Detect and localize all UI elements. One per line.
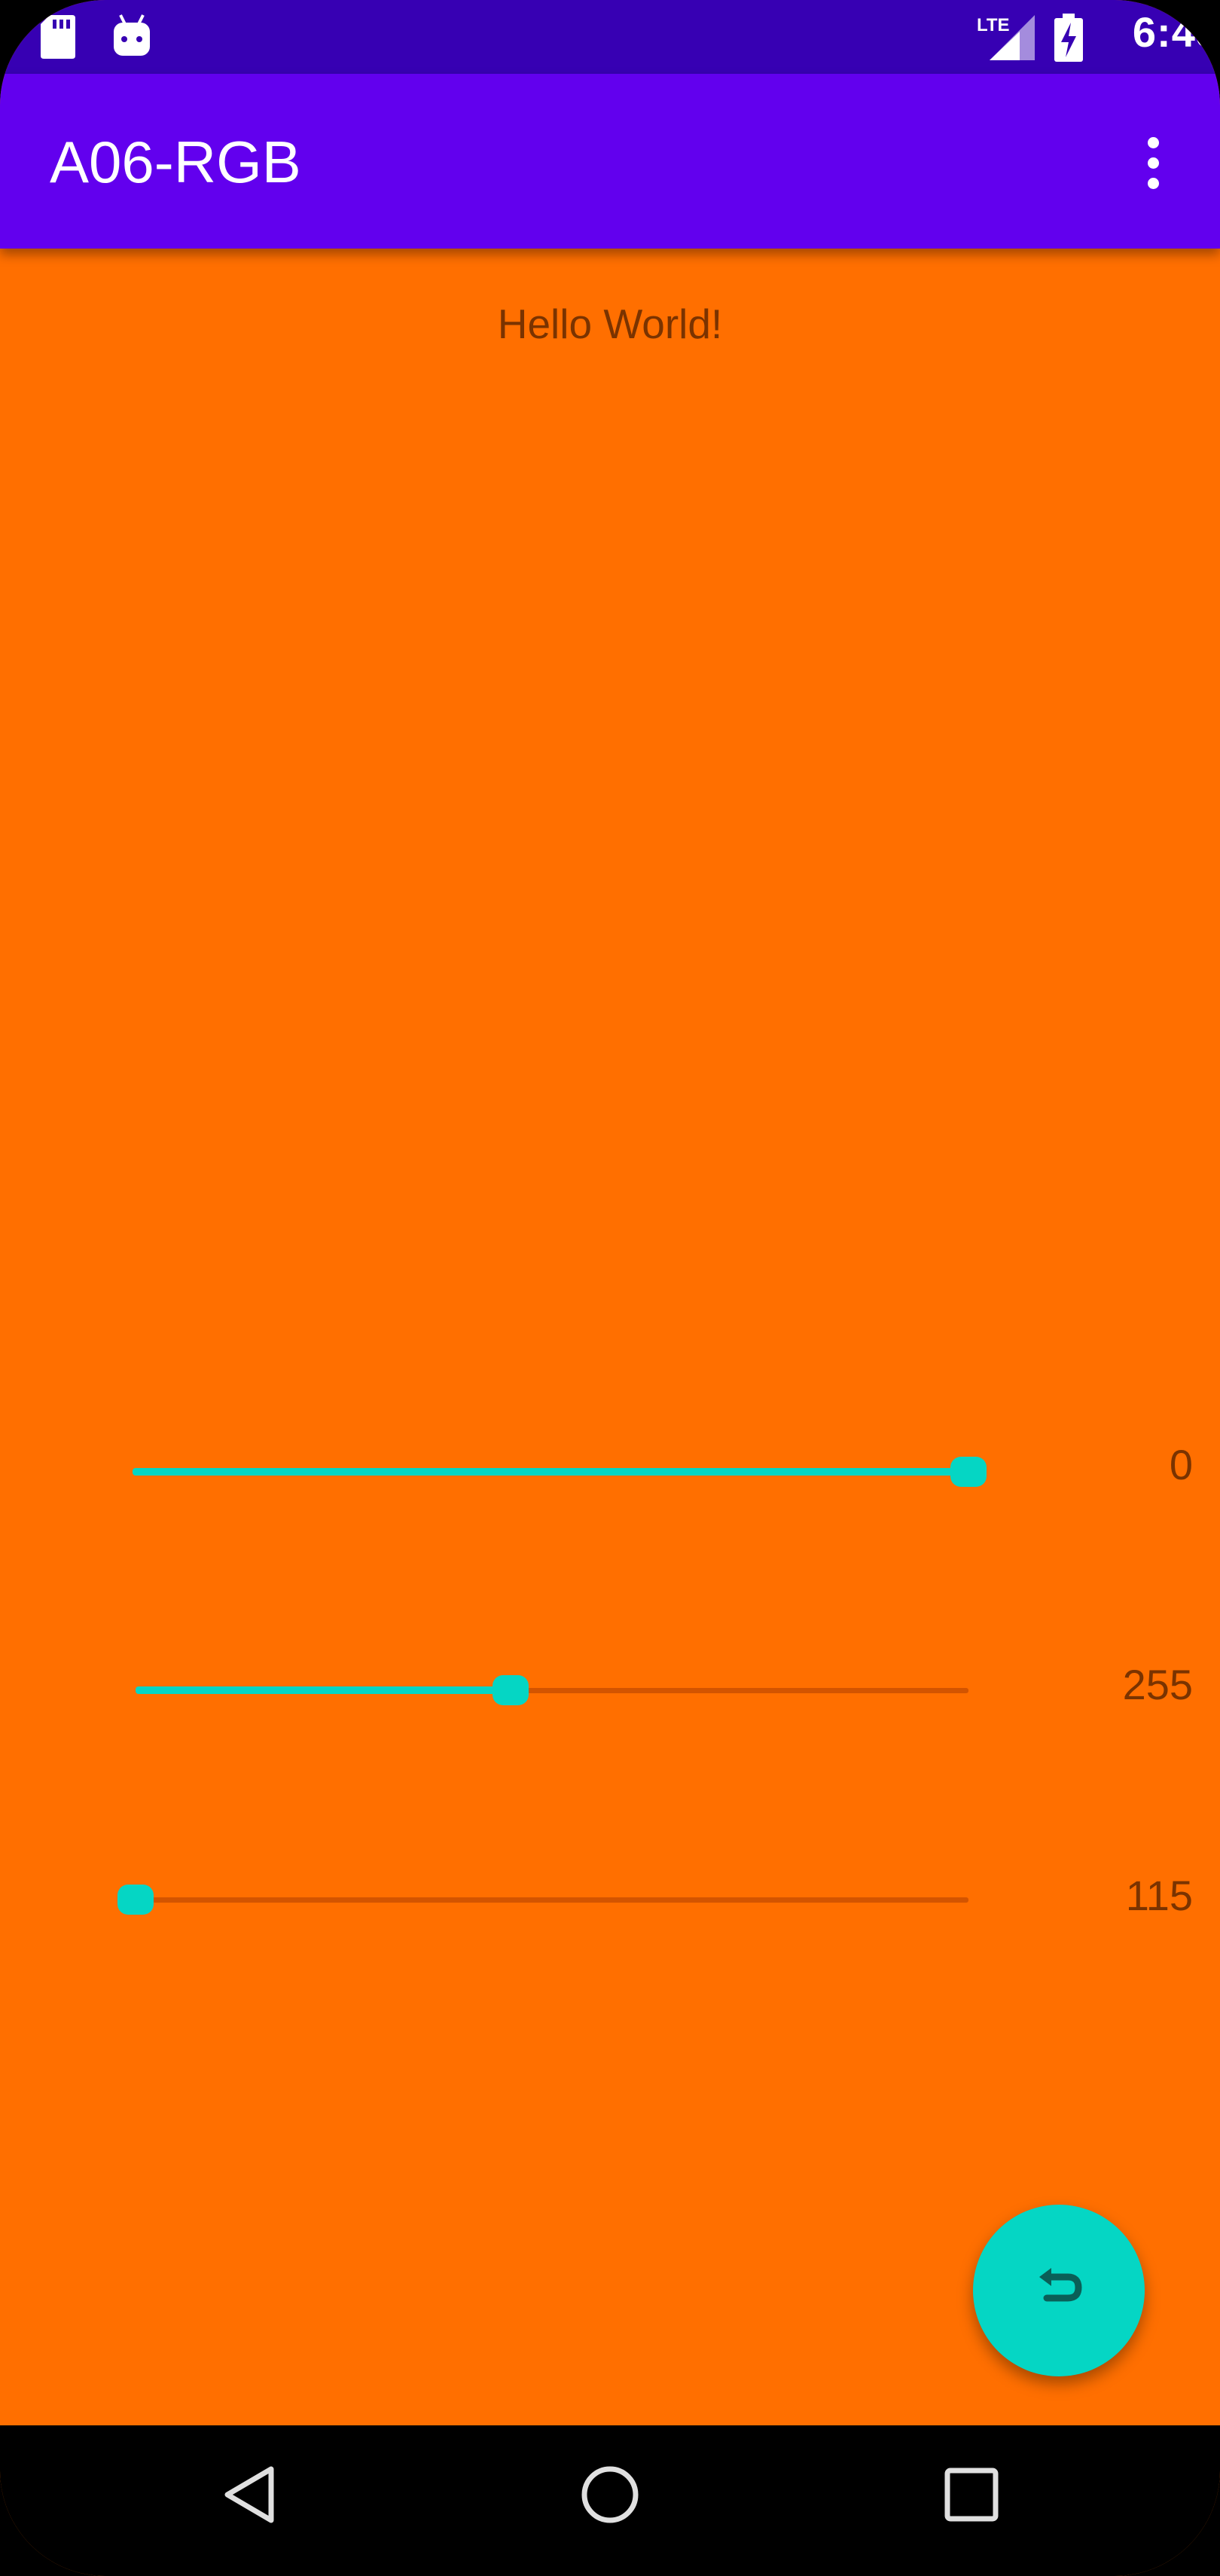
slider-track [136,1897,968,1903]
slider-thumb[interactable] [117,1885,154,1915]
more-vert-dot [1148,157,1159,169]
slider-active-track [136,1686,511,1694]
green-slider[interactable] [136,1668,968,1713]
app-screen: LTE 6:45 A06-RGB Hello World! 0 255 115 [0,0,1220,2576]
more-vert-dot [1148,178,1159,189]
sd-card-icon [41,15,75,59]
greeting-text: Hello World! [497,301,723,347]
android-icon [114,14,150,56]
overflow-menu-button[interactable] [1127,133,1179,193]
red-value-label: 0 [1169,1441,1193,1488]
status-bar: LTE 6:45 [0,0,1220,74]
slider-active-track [133,1468,968,1476]
blue-slider[interactable] [117,1877,968,1922]
recents-icon[interactable] [941,2465,1002,2525]
more-vert-icon [1148,137,1159,148]
back-icon[interactable] [220,2465,280,2525]
blue-value-label: 115 [1125,1872,1193,1919]
app-title: A06-RGB [50,129,301,195]
signal-icon [990,15,1035,60]
slider-thumb[interactable] [493,1675,529,1705]
app-bar: A06-RGB [0,74,1220,249]
battery-charging-icon [1054,14,1083,62]
slider-thumb[interactable] [950,1457,987,1487]
undo-icon [1039,2268,1082,2302]
clock: 6:45 [1132,8,1220,56]
green-value-label: 255 [1122,1661,1193,1708]
undo-fab-button[interactable] [973,2205,1145,2376]
navigation-bar [0,2425,1220,2576]
home-icon[interactable] [580,2465,640,2525]
red-slider[interactable] [133,1449,987,1494]
